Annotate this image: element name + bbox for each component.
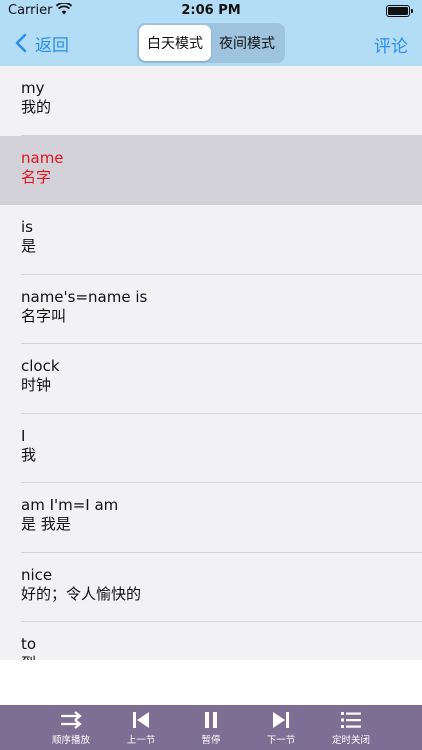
word-row[interactable]: nice 好的；令人愉快的 bbox=[0, 553, 422, 623]
word-english: is bbox=[21, 218, 33, 236]
spacer bbox=[0, 660, 422, 705]
back-button[interactable]: 返回 bbox=[12, 30, 69, 56]
pause-button[interactable]: 暂停 bbox=[181, 709, 241, 746]
word-chinese: 我 bbox=[21, 445, 37, 464]
pause-icon bbox=[205, 712, 217, 728]
word-chinese: 好的；令人愉快的 bbox=[21, 584, 142, 603]
comment-button[interactable]: 评论 bbox=[374, 32, 408, 57]
header: Carrier 2:06 PM 返回 白天模式 夜间模式 评论 bbox=[0, 0, 422, 66]
previous-icon bbox=[133, 712, 149, 728]
word-english: nice bbox=[21, 565, 53, 584]
word-row[interactable]: is 是 bbox=[0, 205, 422, 275]
word-english: my bbox=[21, 79, 45, 97]
sequence-play-label: 顺序播放 bbox=[51, 735, 90, 746]
word-chinese: 时钟 bbox=[21, 376, 52, 394]
timer-list-icon bbox=[341, 712, 361, 728]
word-row[interactable]: name's=name is 名字叫 bbox=[0, 275, 422, 345]
word-list[interactable]: my 我的 name 名字 is 是 name's=name is 名字叫 cl… bbox=[0, 66, 422, 660]
word-english: name bbox=[21, 148, 64, 167]
word-chinese: 名字 bbox=[21, 167, 52, 186]
display-mode-segmented-control: 白天模式 夜间模式 bbox=[137, 23, 285, 63]
sequence-play-button[interactable]: 顺序播放 bbox=[41, 709, 101, 746]
word-chinese: 名字叫 bbox=[21, 306, 67, 325]
pause-label: 暂停 bbox=[201, 735, 221, 746]
previous-label: 上一节 bbox=[126, 735, 156, 746]
word-row-highlighted[interactable]: name 名字 bbox=[0, 135, 422, 205]
word-row[interactable]: I 我 bbox=[0, 414, 422, 484]
sequence-play-icon bbox=[61, 711, 82, 729]
previous-button[interactable]: 上一节 bbox=[111, 709, 171, 746]
word-row[interactable]: to 到 bbox=[0, 622, 422, 660]
word-row[interactable]: clock 时钟 bbox=[0, 344, 422, 414]
clock-time: 2:06 PM bbox=[181, 3, 241, 18]
timer-close-button[interactable]: 定时关闭 bbox=[321, 709, 381, 746]
night-mode-tab[interactable]: 夜间模式 bbox=[211, 25, 283, 61]
day-mode-tab[interactable]: 白天模式 bbox=[139, 25, 211, 61]
next-label: 下一节 bbox=[266, 735, 296, 746]
word-row[interactable]: am I'm=I am 是 我是 bbox=[0, 483, 422, 553]
timer-close-label: 定时关闭 bbox=[331, 735, 370, 746]
back-label: 返回 bbox=[35, 35, 69, 56]
next-icon bbox=[273, 712, 289, 728]
battery-icon bbox=[386, 5, 413, 17]
word-chinese: 我的 bbox=[21, 98, 52, 116]
word-english: name's=name is bbox=[21, 287, 148, 306]
word-chinese: 是 bbox=[21, 237, 37, 255]
playback-toolbar: 顺序播放 上一节 暂停 下一节 定时关闭 bbox=[0, 705, 422, 750]
word-row[interactable]: my 我的 bbox=[0, 66, 422, 136]
word-english: to bbox=[21, 635, 37, 653]
word-english: I bbox=[21, 426, 26, 445]
next-button[interactable]: 下一节 bbox=[251, 709, 311, 746]
word-english: clock bbox=[21, 357, 60, 375]
word-chinese: 是 我是 bbox=[21, 515, 71, 533]
status-bar: Carrier 2:06 PM bbox=[0, 0, 422, 22]
chevron-left-icon bbox=[15, 33, 27, 53]
word-english: am I'm=I am bbox=[21, 496, 119, 514]
